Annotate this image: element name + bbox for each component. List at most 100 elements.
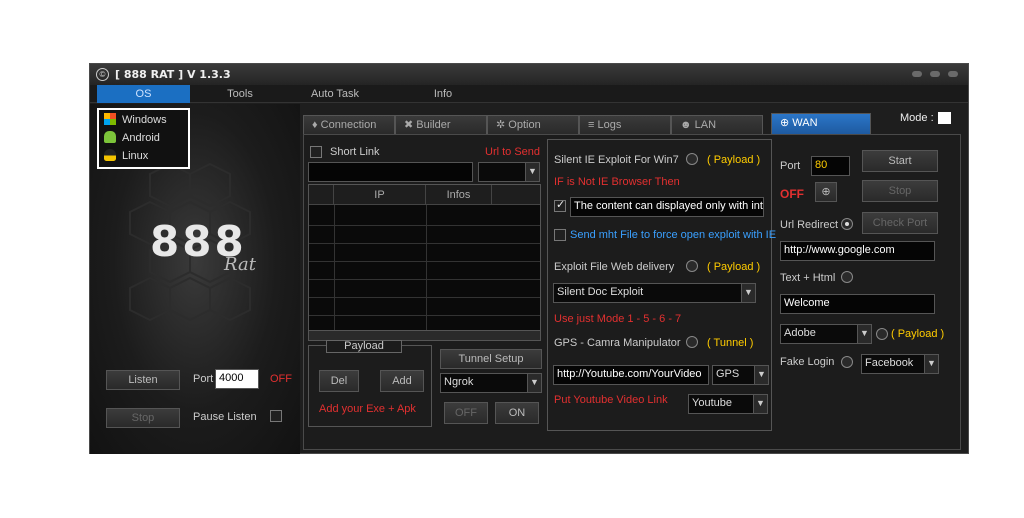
text-html-radio[interactable] — [841, 271, 853, 283]
fake-login-select-value: Facebook — [865, 357, 914, 369]
tab-label: Builder — [416, 119, 451, 131]
close-icon[interactable] — [948, 71, 958, 77]
gps-radio[interactable] — [686, 336, 698, 348]
os-item-linux[interactable]: Linux — [104, 148, 148, 164]
tab-wan[interactable]: ⊕ WAN — [771, 113, 871, 134]
windows-mode-icon[interactable] — [938, 112, 951, 124]
check-port-button[interactable]: Check Port — [862, 212, 938, 234]
short-link-label: Short Link — [330, 146, 380, 158]
payload-group-label: Payload — [326, 340, 402, 353]
exploit-select[interactable]: Silent Doc Exploit ▼ — [553, 283, 756, 303]
app-icon: © — [96, 68, 109, 81]
not-ie-label: IF is Not IE Browser Then — [554, 176, 680, 188]
tab-logs[interactable]: ≡ Logs — [579, 115, 671, 134]
grid-header-blank — [309, 185, 334, 205]
gps-select-value: GPS — [716, 368, 740, 380]
grid-header-infos[interactable]: Infos — [426, 185, 492, 205]
youtube-url-input[interactable]: http://Youtube.com/YourVideo — [553, 365, 709, 385]
menu-tools[interactable]: Tools — [200, 85, 280, 103]
globe-icon: ⊕ — [780, 117, 793, 129]
adobe-select[interactable]: Adobe ▼ — [780, 324, 872, 344]
link-type-select[interactable]: ▼ — [478, 162, 540, 182]
exploit-file-payload[interactable]: ( Payload ) — [707, 261, 760, 273]
menu-os[interactable]: OS — [97, 85, 190, 103]
listen-port-input[interactable]: 4000 — [215, 369, 259, 389]
os-item-android[interactable]: Android — [104, 130, 160, 146]
grid-divider — [309, 315, 540, 316]
grid-header-extra — [492, 185, 540, 205]
tab-label: Option — [508, 119, 541, 131]
start-button[interactable]: Start — [862, 150, 938, 172]
grid-header-ip[interactable]: IP — [334, 185, 426, 205]
listen-button[interactable]: Listen — [106, 370, 180, 390]
add-button[interactable]: Add — [380, 370, 424, 392]
tab-lan[interactable]: ☻ LAN — [671, 115, 763, 134]
os-item-windows[interactable]: Windows — [104, 112, 167, 128]
android-icon — [104, 131, 116, 143]
globe-button[interactable]: ⊕ — [815, 182, 837, 202]
tunnel-setup-button[interactable]: Tunnel Setup — [440, 349, 542, 369]
tunnel-on-button[interactable]: ON — [495, 402, 539, 424]
url-to-send-input[interactable] — [308, 162, 473, 182]
tab-label: Logs — [597, 119, 622, 131]
tools-icon: ✖ — [404, 119, 417, 131]
fake-login-radio[interactable] — [841, 356, 853, 368]
tab-builder[interactable]: ✖ Builder — [395, 115, 487, 134]
fake-login-select[interactable]: Facebook ▼ — [861, 354, 939, 374]
welcome-input[interactable]: Welcome — [780, 294, 935, 314]
chevron-down-icon: ▼ — [525, 163, 539, 181]
put-youtube-label: Put Youtube Video Link — [554, 394, 668, 406]
use-mode-label: Use just Mode 1 - 5 - 6 - 7 — [554, 313, 682, 325]
gps-label: GPS - Camra Manipulator — [554, 337, 681, 349]
mode-label: Mode : — [900, 112, 934, 124]
send-mht-checkbox[interactable] — [554, 229, 566, 241]
text-html-label: Text + Html — [780, 272, 836, 284]
globe-icon: ⊕ — [821, 186, 831, 198]
gps-tunnel[interactable]: ( Tunnel ) — [707, 337, 753, 349]
tunnel-select-value: Ngrok — [444, 376, 474, 388]
tab-connection[interactable]: ♦ Connection — [303, 115, 395, 134]
minimize-icon[interactable] — [912, 71, 922, 77]
listen-status: OFF — [270, 373, 292, 385]
wan-payload[interactable]: ( Payload ) — [891, 328, 944, 340]
send-mht-label: Send mht File to force open exploit with… — [570, 229, 777, 241]
silent-ie-radio[interactable] — [686, 153, 698, 165]
port-label: Port — [193, 373, 214, 385]
chevron-down-icon: ▼ — [857, 325, 871, 343]
add-exe-label: Add your Exe + Apk — [319, 403, 416, 415]
chevron-down-icon: ▼ — [527, 374, 541, 392]
grid-divider — [309, 297, 540, 298]
windows-icon — [104, 113, 116, 125]
tunnel-select[interactable]: Ngrok ▼ — [440, 373, 542, 393]
tab-label: WAN — [792, 117, 818, 129]
gps-select[interactable]: GPS ▼ — [712, 365, 769, 385]
del-button[interactable]: Del — [319, 370, 359, 392]
skull-icon: ☻ — [680, 119, 695, 131]
display-content-checkbox[interactable] — [554, 198, 566, 212]
client-grid: IP Infos — [308, 184, 541, 341]
menu-info[interactable]: Info — [408, 85, 478, 103]
display-content-input[interactable]: The content can displayed only with inte… — [570, 197, 764, 217]
os-dropdown: Windows Android Linux — [97, 108, 190, 169]
menu-bar: OS Tools Auto Task Info — [90, 85, 968, 103]
wan-payload-radio[interactable] — [876, 328, 888, 340]
stop-listen-button[interactable]: Stop — [106, 408, 180, 428]
tab-option[interactable]: ✲ Option — [487, 115, 579, 134]
url-redirect-radio[interactable] — [841, 218, 853, 230]
grid-divider — [309, 261, 540, 262]
os-item-label: Android — [122, 132, 160, 144]
maximize-icon[interactable] — [930, 71, 940, 77]
exploit-file-radio[interactable] — [686, 260, 698, 272]
os-item-label: Windows — [122, 114, 167, 126]
menu-auto-task[interactable]: Auto Task — [295, 85, 375, 103]
youtube-select-value: Youtube — [692, 397, 732, 409]
stop-button[interactable]: Stop — [862, 180, 938, 202]
chevron-down-icon: ▼ — [754, 366, 768, 384]
youtube-select[interactable]: Youtube ▼ — [688, 394, 768, 414]
tunnel-off-button[interactable]: OFF — [444, 402, 488, 424]
pause-listen-checkbox[interactable] — [270, 410, 282, 422]
wan-port-input[interactable]: 80 — [811, 156, 850, 176]
silent-ie-payload[interactable]: ( Payload ) — [707, 154, 760, 166]
short-link-checkbox[interactable] — [310, 146, 322, 158]
url-redirect-input[interactable]: http://www.google.com — [780, 241, 935, 261]
